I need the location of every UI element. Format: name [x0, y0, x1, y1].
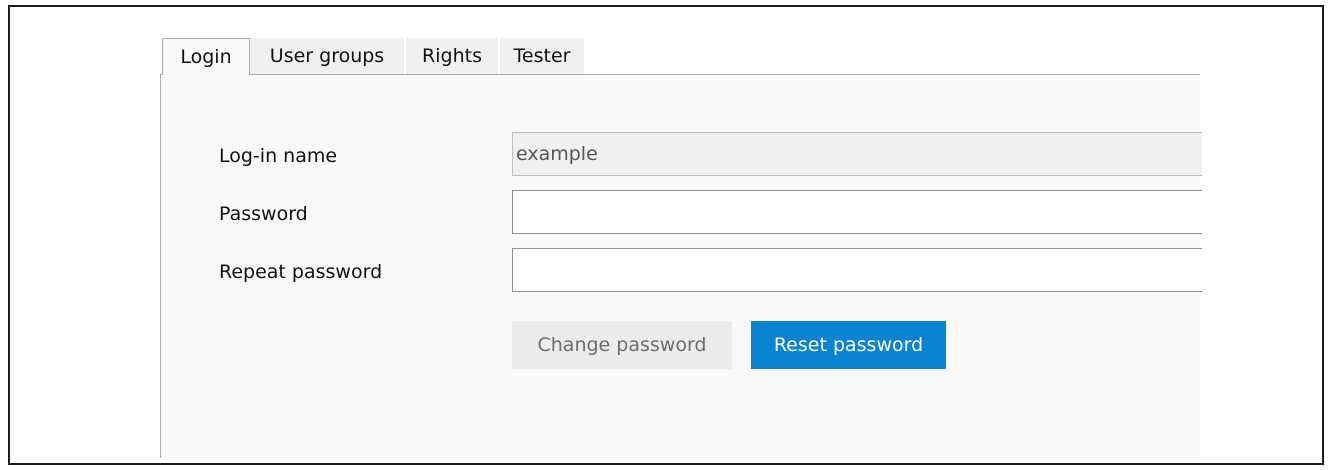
login-name-label: Log-in name [219, 145, 338, 167]
tab-strip: Login User groups Rights Tester [160, 38, 1200, 75]
login-name-field: example [512, 132, 1202, 176]
change-password-button: Change password [512, 321, 732, 369]
tab-login[interactable]: Login [162, 38, 250, 75]
tab-rights[interactable]: Rights [406, 38, 498, 74]
reset-password-button[interactable]: Reset password [751, 321, 946, 369]
repeat-password-label: Repeat password [219, 261, 383, 283]
password-label: Password [219, 203, 308, 225]
password-field[interactable] [512, 190, 1202, 234]
tab-tester[interactable]: Tester [500, 38, 584, 74]
tab-user-groups[interactable]: User groups [250, 38, 404, 74]
repeat-password-field[interactable] [512, 248, 1202, 292]
